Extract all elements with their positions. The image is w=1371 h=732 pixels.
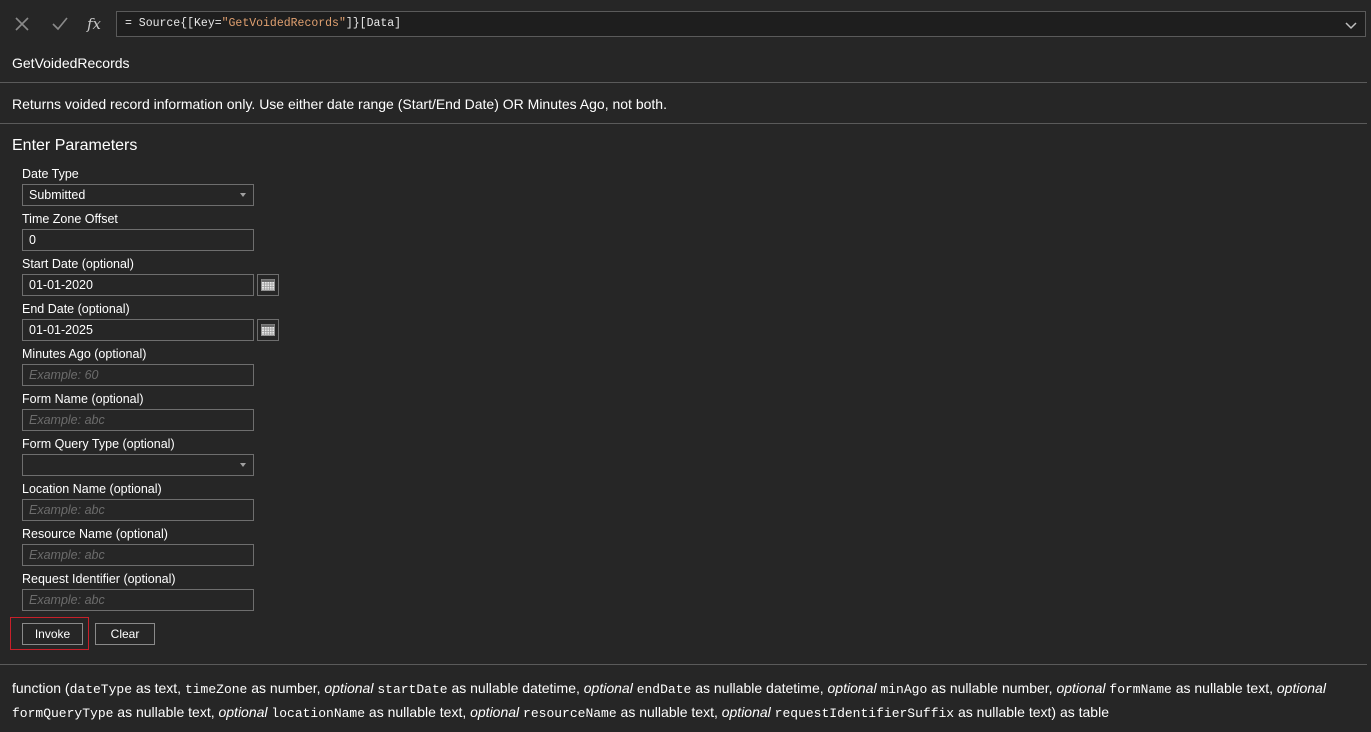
resource-name-label: Resource Name (optional) (22, 527, 168, 541)
formula-prefix: = Source{[Key= (125, 17, 222, 30)
sig-text: as nullable text, (616, 704, 722, 720)
resource-name-input[interactable]: Example: abc (22, 544, 254, 566)
request-identifier-input[interactable]: Example: abc (22, 589, 254, 611)
time-zone-offset-label: Time Zone Offset (22, 212, 118, 226)
sig-param: resourceName (523, 706, 617, 721)
sig-text: as text, (132, 680, 185, 696)
sig-param: requestIdentifierSuffix (774, 706, 955, 721)
start-date-calendar-button[interactable] (257, 274, 279, 296)
enter-parameters-title: Enter Parameters (12, 137, 138, 154)
sig-param: startDate (377, 682, 448, 697)
start-date-input[interactable]: 01-01-2020 (22, 274, 254, 296)
calendar-icon (261, 324, 275, 336)
sig-optional: optional (827, 680, 877, 696)
close-icon (15, 17, 29, 31)
clear-button[interactable]: Clear (95, 623, 155, 645)
sig-optional: optional (583, 680, 633, 696)
time-zone-offset-input[interactable]: 0 (22, 229, 254, 251)
start-date-label: Start Date (optional) (22, 257, 134, 271)
sig-text: as nullable text, (365, 704, 471, 720)
sig-param: locationName (271, 706, 366, 721)
sig-text: as nullable datetime, (447, 680, 584, 696)
sig-param: minAgo (880, 682, 928, 697)
divider (0, 664, 1367, 665)
form-query-type-label: Form Query Type (optional) (22, 437, 175, 451)
formula-suffix: ]}[Data] (345, 17, 402, 30)
invoke-button[interactable]: Invoke (22, 623, 83, 645)
sig-param: formQueryType (12, 706, 114, 721)
sig-text: as nullable text, (113, 704, 219, 720)
sig-optional: optional (721, 704, 771, 720)
sig-optional: optional (470, 704, 520, 720)
cancel-formula-button[interactable] (8, 11, 36, 37)
sig-param: dateType (69, 682, 133, 697)
form-name-input[interactable]: Example: abc (22, 409, 254, 431)
calendar-icon (261, 279, 275, 291)
formula-bar: fx = Source{[Key="GetVoidedRecords"]}[Da… (0, 8, 1371, 40)
formula-input[interactable]: = Source{[Key="GetVoidedRecords"]}[Data] (116, 11, 1366, 37)
function-signature: function (dateType as text, timeZone as … (12, 677, 1352, 725)
end-date-calendar-button[interactable] (257, 319, 279, 341)
sig-text: function ( (12, 680, 70, 696)
location-name-input[interactable]: Example: abc (22, 499, 254, 521)
sig-optional: optional (1276, 680, 1326, 696)
commit-formula-button[interactable] (46, 11, 74, 37)
end-date-label: End Date (optional) (22, 302, 130, 316)
request-identifier-label: Request Identifier (optional) (22, 572, 176, 586)
form-query-type-select[interactable] (22, 454, 254, 476)
sig-param: endDate (636, 682, 692, 697)
sig-text: as nullable text, (1171, 680, 1277, 696)
form-name-label: Form Name (optional) (22, 392, 144, 406)
end-date-input[interactable]: 01-01-2025 (22, 319, 254, 341)
minutes-ago-label: Minutes Ago (optional) (22, 347, 147, 361)
sig-text: as number, (247, 680, 325, 696)
chevron-down-icon[interactable] (1343, 17, 1359, 33)
sig-param: timeZone (184, 682, 248, 697)
sig-param: formName (1109, 682, 1172, 697)
fx-icon: fx (86, 15, 101, 33)
sig-optional: optional (218, 704, 268, 720)
minutes-ago-input[interactable]: Example: 60 (22, 364, 254, 386)
date-type-value: Submitted (29, 188, 86, 202)
date-type-select[interactable]: Submitted (22, 184, 254, 206)
function-name: GetVoidedRecords (12, 55, 130, 71)
sig-text: as nullable text) as table (954, 704, 1109, 720)
divider (0, 82, 1367, 83)
date-type-label: Date Type (22, 167, 79, 181)
insert-function-button[interactable]: fx (80, 11, 108, 37)
dropdown-arrow-icon (240, 463, 246, 467)
sig-optional: optional (324, 680, 374, 696)
sig-text: as nullable number, (927, 680, 1057, 696)
divider (0, 123, 1367, 124)
sig-text: as nullable datetime, (691, 680, 828, 696)
check-icon (52, 17, 68, 31)
dropdown-arrow-icon (240, 193, 246, 197)
function-description: Returns voided record information only. … (12, 96, 667, 112)
sig-optional: optional (1056, 680, 1106, 696)
formula-key-string: "GetVoidedRecords" (221, 17, 346, 30)
location-name-label: Location Name (optional) (22, 482, 162, 496)
